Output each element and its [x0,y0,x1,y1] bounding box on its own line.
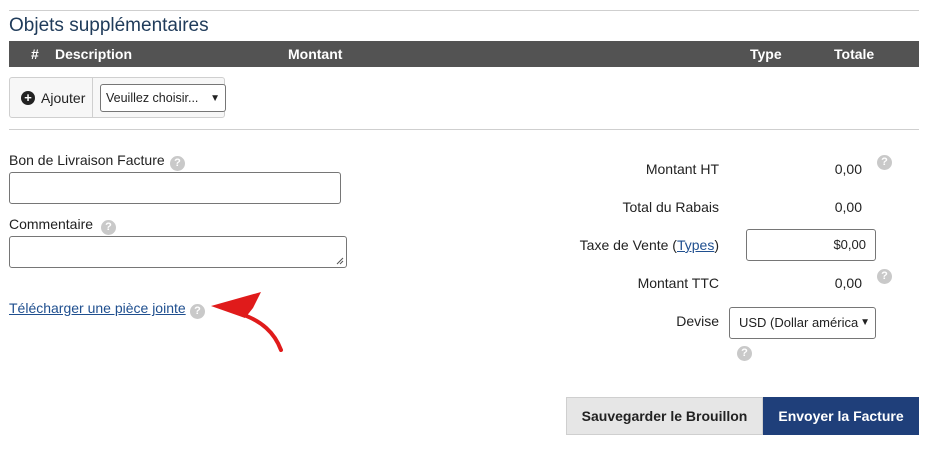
chevron-down-icon: ▼ [210,93,220,104]
save-draft-button[interactable]: Sauvegarder le Brouillon [566,397,763,435]
discount-value: 0,00 [834,199,862,215]
help-icon[interactable]: ? [877,155,892,170]
col-description: Description [55,46,133,62]
amount-ttc-value: 0,00 [834,275,862,291]
tax-input[interactable]: $0,00 [746,229,876,261]
amount-ht-value: 0,00 [834,161,862,177]
add-button-label: Ajouter [41,89,86,106]
add-item-group: + Ajouter Veuillez choisir... ▼ [9,77,226,118]
plus-circle-icon: + [21,90,35,105]
red-arrow-icon [211,292,283,352]
currency-select[interactable]: USD (Dollar américa ▼ [729,307,876,339]
send-invoice-button[interactable]: Envoyer la Facture [763,397,919,435]
tax-label-suffix: ) [714,237,719,253]
col-num: # [31,46,39,62]
currency-label: Devise [676,313,719,329]
resize-handle-icon[interactable] [336,257,344,265]
col-total: Totale [834,46,875,62]
tax-types-link[interactable]: Types [677,237,714,253]
top-divider [9,10,919,11]
delivery-label: Bon de Livraison Facture [9,152,165,168]
comment-textarea[interactable] [9,236,347,268]
currency-select-value: USD (Dollar américa [739,315,859,330]
help-icon[interactable]: ? [737,346,752,361]
section-divider [9,129,919,130]
chevron-down-icon: ▼ [860,317,870,328]
tax-input-value: $0,00 [833,237,866,252]
items-table-header: # Description Montant Type Totale [9,41,919,67]
section-title: Objets supplémentaires [9,15,209,36]
amount-ht-label: Montant HT [645,161,719,177]
amount-ttc-label: Montant TTC [637,275,719,291]
help-icon[interactable]: ? [877,269,892,284]
add-item-button[interactable]: + Ajouter [10,78,92,117]
tax-label-text: Taxe de Vente ( [579,237,677,253]
item-type-select-value: Veuillez choisir... [106,91,199,105]
comment-label: Commentaire [9,216,94,232]
discount-label: Total du Rabais [622,199,719,215]
col-type: Type [750,46,782,62]
divider [92,78,93,117]
help-icon[interactable]: ? [101,220,116,235]
item-type-select[interactable]: Veuillez choisir... ▼ [100,84,226,112]
upload-attachment-link[interactable]: Télécharger une pièce jointe [9,300,186,316]
delivery-input[interactable] [9,172,341,204]
col-amount: Montant [288,46,343,62]
help-icon[interactable]: ? [170,156,185,171]
tax-label: Taxe de Vente (Types) [560,237,719,253]
